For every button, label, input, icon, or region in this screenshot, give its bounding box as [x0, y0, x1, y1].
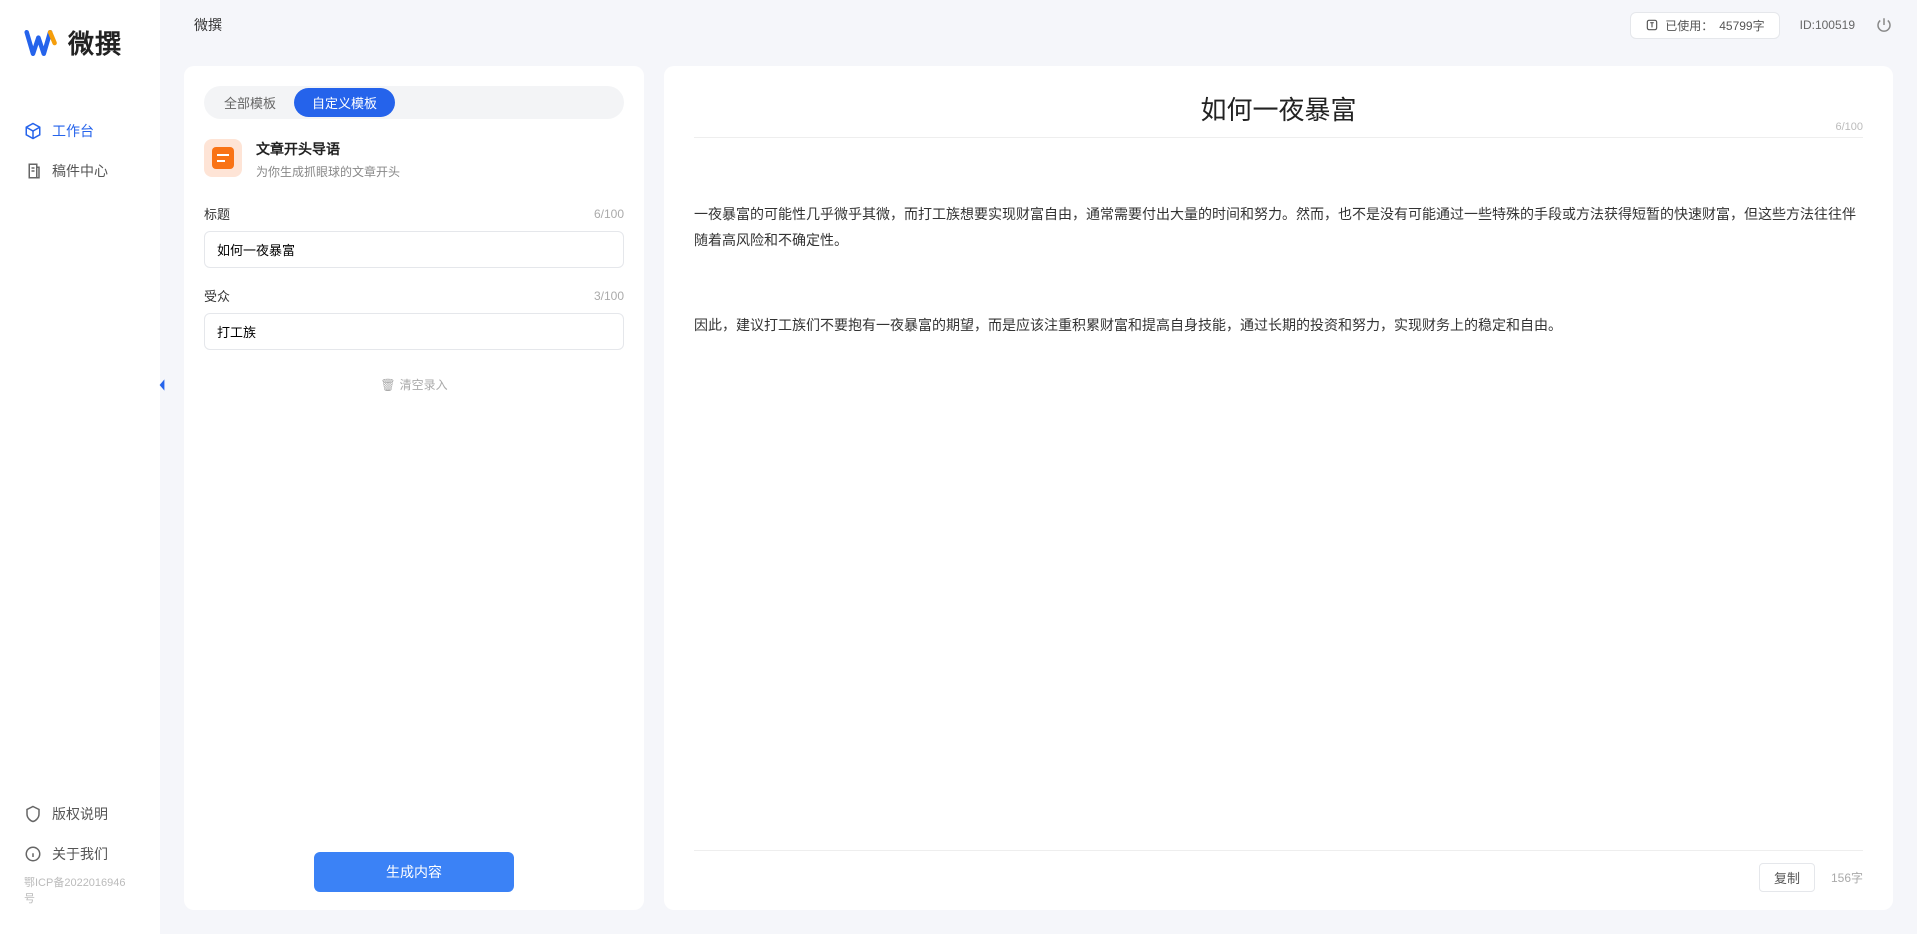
collapse-sidebar-button[interactable]	[154, 370, 170, 400]
nav-item-workspace[interactable]: 工作台	[0, 111, 160, 151]
nav-item-label: 版权说明	[52, 804, 108, 824]
text-icon	[1645, 18, 1659, 32]
nav-bottom: 版权说明 关于我们 鄂ICP备2022016946号	[0, 794, 160, 934]
field-label-row: 受众 3/100	[204, 286, 624, 305]
nav-item-copyright[interactable]: 版权说明	[0, 794, 160, 834]
template-subtitle: 为你生成抓眼球的文章开头	[256, 163, 400, 180]
usage-value: 45799字	[1719, 17, 1764, 34]
nav-item-label: 关于我们	[52, 844, 108, 864]
usage-badge[interactable]: 已使用： 45799字	[1630, 12, 1779, 39]
result-body[interactable]: 一夜暴富的可能性几乎微乎其微，而打工族想要实现财富自由，通常需要付出大量的时间和…	[694, 152, 1863, 840]
logo: 微撰	[24, 24, 160, 61]
template-titles: 文章开头导语 为你生成抓眼球的文章开头	[256, 139, 400, 180]
nav-item-label: 稿件中心	[52, 161, 108, 181]
audience-input[interactable]	[204, 313, 624, 350]
result-panel: 如何一夜暴富 6/100 一夜暴富的可能性几乎微乎其微，而打工族想要实现财富自由…	[664, 66, 1893, 910]
logo-text: 微撰	[68, 24, 122, 61]
main: 微撰 已使用： 45799字 ID:100519 全部模板	[160, 0, 1917, 934]
page-title: 微撰	[194, 15, 222, 35]
field-title: 标题 6/100	[204, 204, 624, 268]
nav-item-label: 工作台	[52, 121, 94, 141]
template-header: 文章开头导语 为你生成抓眼球的文章开头	[204, 139, 624, 180]
result-paragraph: 因此，建议打工族们不要抱有一夜暴富的期望，而是应该注重积累财富和提高自身技能，通…	[694, 313, 1863, 338]
field-count: 3/100	[594, 289, 624, 303]
copy-button[interactable]: 复制	[1759, 863, 1815, 892]
result-title-count: 6/100	[1835, 121, 1863, 133]
document-icon	[24, 162, 42, 180]
info-icon	[24, 845, 42, 863]
tab-all-templates[interactable]: 全部模板	[206, 88, 294, 117]
field-label-row: 标题 6/100	[204, 204, 624, 223]
field-audience: 受众 3/100	[204, 286, 624, 350]
template-title: 文章开头导语	[256, 139, 400, 159]
template-tabs: 全部模板 自定义模板	[204, 86, 624, 119]
logo-icon	[24, 25, 60, 61]
title-input[interactable]	[204, 231, 624, 268]
config-panel: 全部模板 自定义模板 文章开头导语 为你生成抓眼球的文章开头 标题 6/	[184, 66, 644, 910]
nav-item-drafts[interactable]: 稿件中心	[0, 151, 160, 191]
template-icon	[204, 139, 242, 177]
power-button[interactable]	[1875, 16, 1893, 34]
result-footer: 复制 156字	[694, 850, 1863, 892]
field-label: 标题	[204, 204, 230, 223]
content: 全部模板 自定义模板 文章开头导语 为你生成抓眼球的文章开头 标题 6/	[160, 50, 1917, 934]
result-paragraph: 一夜暴富的可能性几乎微乎其微，而打工族想要实现财富自由，通常需要付出大量的时间和…	[694, 202, 1863, 252]
cube-icon	[24, 122, 42, 140]
app: 微撰 工作台 稿件中心 版权	[0, 0, 1917, 934]
result-char-count: 156字	[1831, 869, 1863, 886]
shield-icon	[24, 805, 42, 823]
nav-item-about[interactable]: 关于我们	[0, 834, 160, 874]
usage-label: 已使用：	[1665, 17, 1713, 34]
document-icon	[212, 147, 234, 169]
trash-icon: 🗑	[380, 378, 395, 392]
field-count: 6/100	[594, 207, 624, 221]
generate-button[interactable]: 生成内容	[314, 852, 514, 892]
field-label: 受众	[204, 286, 230, 305]
icp-footer: 鄂ICP备2022016946号	[0, 874, 160, 916]
result-title-row: 如何一夜暴富 6/100	[694, 90, 1863, 138]
clear-input-link[interactable]: 🗑清空录入	[204, 376, 624, 393]
topbar: 微撰 已使用： 45799字 ID:100519	[160, 0, 1917, 50]
result-title[interactable]: 如何一夜暴富	[694, 90, 1863, 127]
topbar-right: 已使用： 45799字 ID:100519	[1630, 12, 1893, 39]
nav: 工作台 稿件中心	[0, 111, 160, 794]
tab-custom-template[interactable]: 自定义模板	[294, 88, 395, 117]
user-id: ID:100519	[1800, 18, 1855, 32]
sidebar: 微撰 工作台 稿件中心 版权	[0, 0, 160, 934]
